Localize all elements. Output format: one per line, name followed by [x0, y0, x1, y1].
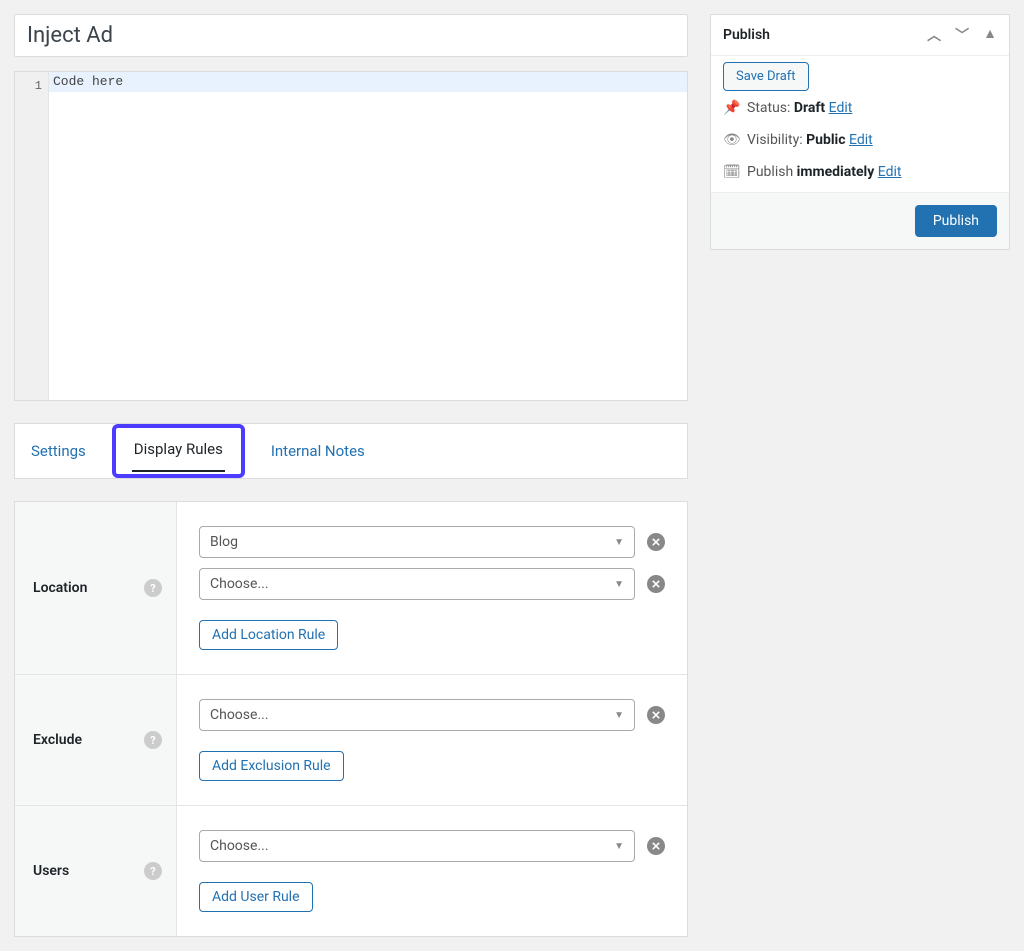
- publish-button[interactable]: Publish: [915, 205, 997, 237]
- status-value: Draft: [794, 100, 825, 116]
- rule-label-exclude: Exclude ?: [15, 675, 177, 805]
- exclude-select-1[interactable]: Choose... ▼: [199, 699, 635, 731]
- add-location-rule-button[interactable]: Add Location Rule: [199, 620, 338, 650]
- code-line: Code here: [49, 72, 687, 92]
- caret-down-icon: ▼: [614, 710, 624, 721]
- location-select-2[interactable]: Choose... ▼: [199, 568, 635, 600]
- visibility-edit-link[interactable]: Edit: [849, 132, 873, 148]
- location-select-1[interactable]: Blog ▼: [199, 526, 635, 558]
- select-value: Choose...: [210, 576, 269, 592]
- status-edit-link[interactable]: Edit: [829, 100, 853, 116]
- rule-label-location: Location ?: [15, 502, 177, 674]
- publish-box: Publish ︿ ﹀ ▲ Save Draft 📌 Status: Draft…: [710, 14, 1010, 250]
- visibility-value: Public: [806, 132, 845, 148]
- tab-highlight: Display Rules: [112, 424, 245, 478]
- line-gutter: 1: [15, 72, 49, 400]
- visibility-label: Visibility:: [747, 132, 803, 148]
- rule-row-users: Users ? Choose... ▼ Add User Rule: [15, 805, 687, 936]
- title-field[interactable]: Inject Ad: [14, 14, 688, 57]
- delete-rule-button[interactable]: [647, 706, 665, 724]
- users-label: Users: [33, 863, 69, 879]
- line-number: 1: [35, 79, 42, 93]
- visibility-line: 👁 Visibility: Public Edit: [723, 132, 997, 148]
- publish-heading: Publish: [723, 27, 770, 43]
- pin-icon: 📌: [723, 100, 739, 116]
- location-label: Location: [33, 580, 87, 596]
- toggle-panel-icon[interactable]: ▲: [983, 25, 997, 45]
- move-up-icon[interactable]: ︿: [927, 25, 941, 45]
- delete-rule-button[interactable]: [647, 575, 665, 593]
- users-select-1[interactable]: Choose... ▼: [199, 830, 635, 862]
- help-icon[interactable]: ?: [144, 731, 162, 749]
- code-editor[interactable]: 1 Code here: [14, 71, 688, 401]
- publish-header: Publish ︿ ﹀ ▲: [711, 15, 1009, 56]
- caret-down-icon: ▼: [614, 841, 624, 852]
- delete-rule-button[interactable]: [647, 837, 665, 855]
- caret-down-icon: ▼: [614, 537, 624, 548]
- select-value: Blog: [210, 534, 238, 550]
- rule-row-exclude: Exclude ? Choose... ▼ Add Exclusion Rule: [15, 674, 687, 805]
- add-user-rule-button[interactable]: Add User Rule: [199, 882, 313, 912]
- help-icon[interactable]: ?: [144, 862, 162, 880]
- post-title: Inject Ad: [27, 23, 113, 48]
- schedule-line: 🗓 Publish immediately Edit: [723, 164, 997, 180]
- display-rules-panel: Location ? Blog ▼: [14, 501, 688, 937]
- rule-label-users: Users ?: [15, 806, 177, 936]
- move-down-icon[interactable]: ﹀: [955, 25, 969, 45]
- tab-settings[interactable]: Settings: [31, 442, 86, 460]
- select-value: Choose...: [210, 707, 269, 723]
- rule-row-location: Location ? Blog ▼: [15, 502, 687, 674]
- caret-down-icon: ▼: [614, 579, 624, 590]
- publish-edit-link[interactable]: Edit: [878, 164, 902, 180]
- publish-value: immediately: [797, 164, 875, 180]
- help-icon[interactable]: ?: [144, 579, 162, 597]
- add-exclusion-rule-button[interactable]: Add Exclusion Rule: [199, 751, 344, 781]
- save-draft-button[interactable]: Save Draft: [723, 62, 809, 91]
- calendar-icon: 🗓: [723, 164, 739, 180]
- delete-rule-button[interactable]: [647, 533, 665, 551]
- status-label: Status:: [747, 100, 790, 116]
- publish-label: Publish: [747, 164, 793, 180]
- status-line: 📌 Status: Draft Edit: [723, 100, 997, 116]
- exclude-label: Exclude: [33, 732, 82, 748]
- tab-display-rules[interactable]: Display Rules: [134, 440, 223, 458]
- eye-icon: 👁: [723, 132, 739, 148]
- tabs: Settings Display Rules Internal Notes: [14, 423, 688, 479]
- select-value: Choose...: [210, 838, 269, 854]
- code-area[interactable]: Code here: [49, 72, 687, 400]
- tab-internal-notes[interactable]: Internal Notes: [271, 442, 365, 460]
